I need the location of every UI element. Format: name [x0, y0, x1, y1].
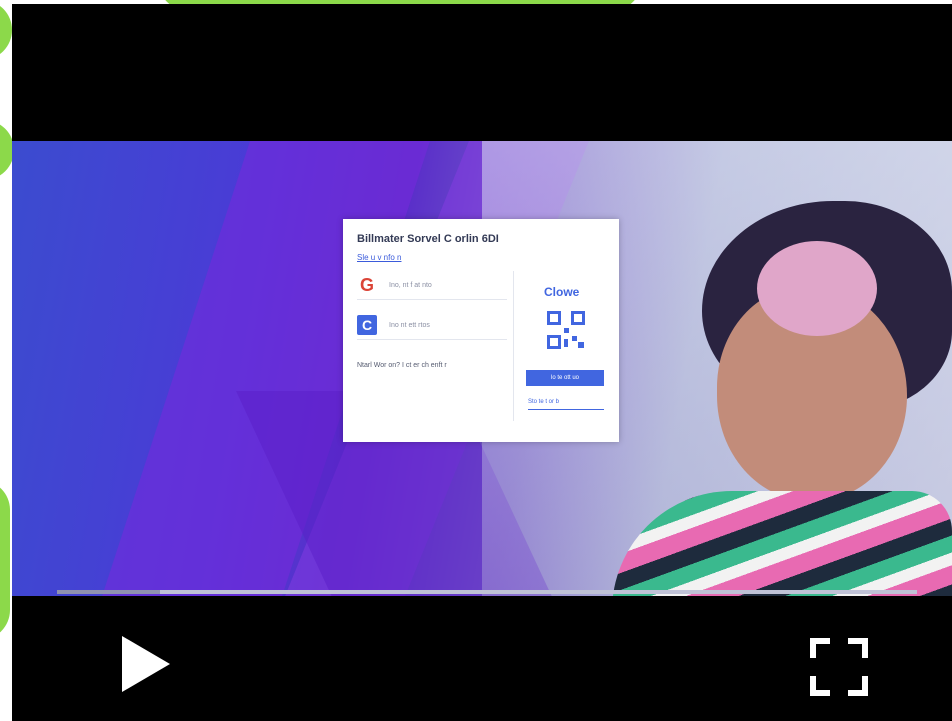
video-frame[interactable]: Billmater Sorvel C orlin 6DI Sle u v nfo… — [12, 141, 952, 596]
clever-wordmark: Clowe — [544, 285, 580, 299]
google-icon: G — [359, 274, 374, 295]
google-login-label: Ino, nt f at nto — [389, 281, 432, 289]
card-divider — [513, 271, 514, 421]
decorative-green-shape — [0, 480, 10, 640]
play-icon[interactable] — [122, 636, 172, 692]
card-subtitle-link[interactable]: Sle u v nfo n — [357, 253, 401, 262]
clever-icon: C — [357, 315, 377, 335]
help-text: Ntarl Wor on? I ct er ch enft r — [357, 362, 447, 369]
video-player[interactable]: Billmater Sorvel C orlin 6DI Sle u v nfo… — [12, 4, 952, 721]
progress-bar[interactable] — [57, 590, 917, 594]
card-title: Billmater Sorvel C orlin 6DI — [357, 233, 499, 245]
playback-controls — [12, 596, 952, 721]
qr-code-icon — [547, 311, 585, 349]
decorative-green-shape — [0, 0, 12, 60]
badge-login-button[interactable]: lo te ott uo — [526, 370, 604, 386]
clever-login-label: Ino nt ett rtos — [389, 321, 430, 329]
google-login-option[interactable]: G Ino, nt f at nto — [357, 271, 507, 300]
progress-fill — [57, 590, 161, 594]
fullscreen-icon[interactable] — [810, 638, 868, 696]
clever-login-option[interactable]: C Ino nt ett rtos — [357, 311, 507, 340]
secondary-link[interactable]: Sto te t or b — [528, 399, 604, 410]
student-hair-bow — [757, 241, 877, 336]
login-card: Billmater Sorvel C orlin 6DI Sle u v nfo… — [343, 219, 619, 442]
